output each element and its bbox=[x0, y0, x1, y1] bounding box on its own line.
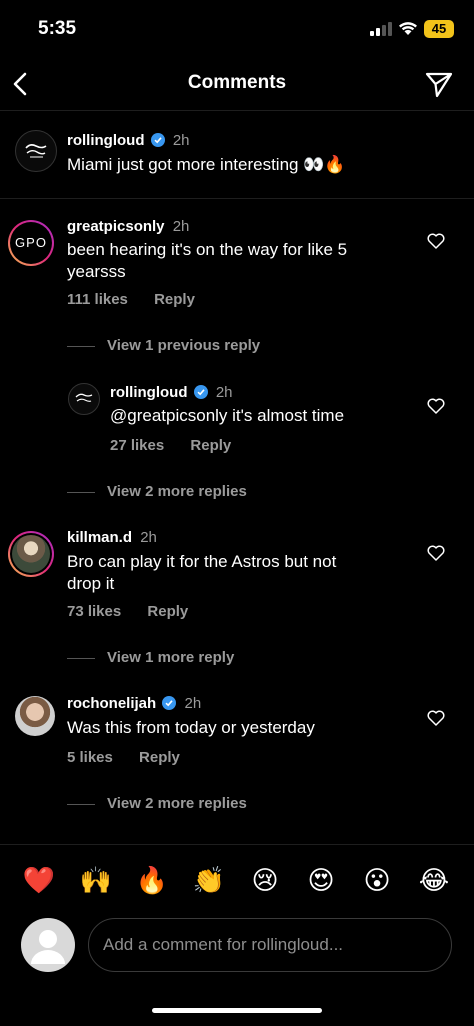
home-indicator bbox=[152, 1008, 322, 1013]
comment-text: Was this from today or yesterday bbox=[67, 718, 315, 737]
wifi-icon bbox=[399, 22, 417, 35]
comment-text: Bro can play it for the Astros but not d… bbox=[67, 552, 337, 593]
emoji-laughing-button[interactable]: 😂 bbox=[414, 858, 454, 902]
divider-line bbox=[67, 803, 95, 805]
heart-icon[interactable] bbox=[427, 545, 445, 561]
timestamp: 2h bbox=[140, 529, 157, 546]
likes-count[interactable]: 111 likes bbox=[67, 291, 128, 308]
emoji-surprised-button[interactable]: 😮 bbox=[357, 858, 397, 902]
status-time: 5:35 bbox=[38, 18, 77, 39]
avatar[interactable]: GPO bbox=[8, 220, 54, 266]
emoji-crying-button[interactable]: 😢 bbox=[245, 858, 285, 902]
reply-comment: rollingloud 2h @greatpicsonly it's almos… bbox=[0, 364, 474, 510]
verified-badge-icon bbox=[193, 385, 208, 399]
divider-line bbox=[67, 491, 95, 493]
reply-button[interactable]: Reply bbox=[139, 749, 180, 766]
comment: killman.d 2h Bro can play it for the Ast… bbox=[0, 510, 474, 676]
emoji-heart-eyes-button[interactable]: 😍 bbox=[301, 858, 341, 902]
reply-button[interactable]: Reply bbox=[154, 291, 195, 308]
username[interactable]: rollingloud bbox=[67, 132, 144, 149]
comment-input[interactable]: Add a comment for rollingloud... bbox=[88, 918, 452, 972]
emoji-fire-button[interactable]: 🔥 bbox=[132, 858, 172, 902]
comment: rochonelijah 2h Was this from today or y… bbox=[0, 676, 474, 826]
timestamp: 2h bbox=[215, 384, 233, 401]
battery-indicator: 45 bbox=[424, 20, 454, 38]
user-avatar[interactable] bbox=[21, 918, 75, 972]
heart-icon[interactable] bbox=[427, 233, 445, 249]
avatar[interactable] bbox=[8, 531, 54, 577]
avatar[interactable] bbox=[15, 130, 57, 172]
username[interactable]: rochonelijah bbox=[67, 695, 156, 712]
verified-badge-icon bbox=[162, 696, 177, 710]
username[interactable]: killman.d bbox=[67, 529, 132, 546]
timestamp: 2h bbox=[172, 132, 190, 149]
header: Comments bbox=[0, 58, 474, 111]
view-previous-replies[interactable]: View 1 previous reply bbox=[67, 337, 260, 354]
view-more-replies[interactable]: View 1 more reply bbox=[67, 649, 234, 666]
comment-text: @greatpicsonly it's almost time bbox=[110, 406, 345, 425]
avatar[interactable] bbox=[15, 696, 55, 736]
divider-line bbox=[67, 657, 95, 659]
share-send-icon[interactable] bbox=[424, 70, 454, 98]
comment: GPO greatpicsonly 2h been hearing it's o… bbox=[0, 198, 474, 362]
heart-icon[interactable] bbox=[427, 398, 445, 414]
reply-button[interactable]: Reply bbox=[190, 437, 231, 454]
emoji-raised-hands-button[interactable]: 🙌 bbox=[76, 858, 116, 902]
username[interactable]: greatpicsonly bbox=[67, 218, 165, 235]
avatar-initials: GPO bbox=[15, 235, 47, 250]
divider bbox=[0, 844, 474, 845]
timestamp: 2h bbox=[172, 218, 190, 235]
cellular-signal-icon bbox=[370, 22, 392, 36]
heart-icon[interactable] bbox=[427, 710, 445, 726]
emoji-heart-button[interactable]: ❤️ bbox=[19, 858, 59, 902]
post-caption: rollingloud 2h Miami just got more inter… bbox=[0, 110, 474, 198]
username[interactable]: rollingloud bbox=[110, 384, 187, 401]
rolling-loud-logo-icon bbox=[25, 144, 47, 158]
default-avatar-icon bbox=[31, 930, 65, 964]
rolling-loud-logo-icon bbox=[75, 393, 93, 402]
likes-count[interactable]: 73 likes bbox=[67, 603, 121, 620]
divider-line bbox=[67, 345, 95, 347]
verified-badge-icon bbox=[150, 133, 165, 147]
likes-count[interactable]: 5 likes bbox=[67, 749, 113, 766]
avatar[interactable] bbox=[68, 383, 100, 415]
likes-count[interactable]: 27 likes bbox=[110, 437, 164, 454]
status-bar: 5:35 45 bbox=[0, 0, 474, 58]
emoji-clap-button[interactable]: 👏 bbox=[189, 858, 229, 902]
timestamp: 2h bbox=[184, 695, 202, 712]
caption-text: Miami just got more interesting 👀🔥 bbox=[67, 155, 346, 174]
page-title: Comments bbox=[187, 72, 287, 93]
view-more-replies[interactable]: View 2 more replies bbox=[67, 795, 247, 812]
comment-text: been hearing it's on the way for like 5 … bbox=[67, 240, 348, 281]
view-more-replies[interactable]: View 2 more replies bbox=[67, 483, 247, 500]
emoji-quick-reactions: ❤️ 🙌 🔥 👏 😢 😍 😮 😂 bbox=[0, 858, 474, 902]
reply-button[interactable]: Reply bbox=[147, 603, 188, 620]
